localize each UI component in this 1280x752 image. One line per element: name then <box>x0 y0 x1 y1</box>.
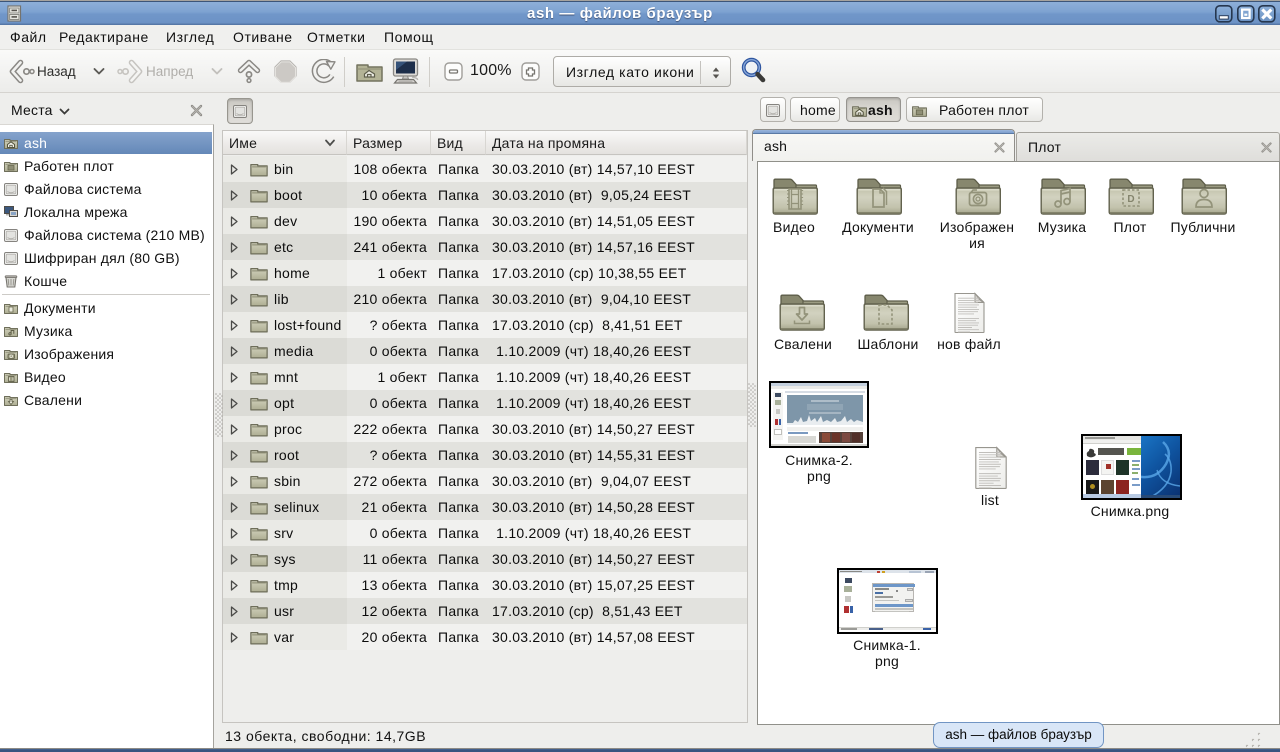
svg-text:D: D <box>1127 194 1134 205</box>
